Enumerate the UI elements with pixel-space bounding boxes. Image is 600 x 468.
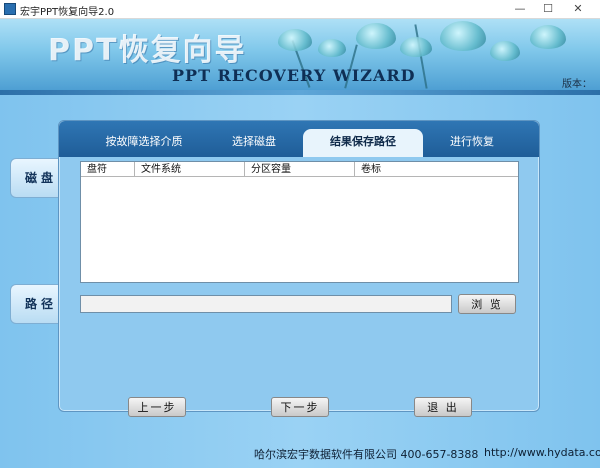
column-header-volume-label[interactable]: 卷标 — [355, 162, 518, 177]
browse-button[interactable]: 浏 览 — [458, 294, 516, 314]
website-link[interactable]: http://www.hydata.com — [484, 446, 600, 459]
leaf-graphic — [530, 25, 566, 49]
disk-list[interactable]: 盘符 文件系统 分区容量 卷标 — [80, 161, 519, 283]
next-step-button[interactable]: 下一步 — [271, 397, 329, 417]
column-header-filesystem[interactable]: 文件系统 — [135, 162, 245, 177]
prev-step-button[interactable]: 上一步 — [128, 397, 186, 417]
minimize-icon[interactable]: — — [506, 0, 534, 18]
leaf-graphic — [318, 39, 346, 57]
tab-recover[interactable]: 进行恢复 — [427, 129, 517, 157]
company-info: 哈尔滨宏宇数据软件有限公司 400-657-8388 — [254, 448, 479, 461]
window-title: 宏宇PPT恢复向导2.0 — [20, 7, 115, 18]
exit-button[interactable]: 退 出 — [414, 397, 472, 417]
column-header-drive[interactable]: 盘符 — [81, 162, 135, 177]
version-label: 版本： — [562, 79, 592, 90]
tab-save-path[interactable]: 结果保存路径 — [303, 129, 423, 157]
banner-title-en: PPT RECOVERY WIZARD — [172, 66, 416, 85]
leaf-graphic — [490, 41, 520, 61]
tab-select-disk[interactable]: 选择磁盘 — [209, 129, 299, 157]
leaf-graphic — [400, 37, 432, 57]
leaf-graphic — [356, 23, 396, 49]
close-icon[interactable]: ✕ — [564, 0, 592, 18]
app-icon — [4, 3, 16, 15]
app-banner: PPT恢复向导 PPT RECOVERY WIZARD 版本： — [0, 19, 600, 90]
column-header-capacity[interactable]: 分区容量 — [245, 162, 355, 177]
wizard-tabs: 按故障选择介质 选择磁盘 结果保存路径 进行恢复 — [59, 121, 539, 157]
leaf-graphic — [440, 21, 486, 51]
wizard-panel: 按故障选择介质 选择磁盘 结果保存路径 进行恢复 盘符 文件系统 分区容量 卷标… — [58, 120, 540, 412]
tab-select-media[interactable]: 按故障选择介质 — [89, 129, 199, 157]
footer: 哈尔滨宏宇数据软件有限公司 400-657-8388 http://www.hy… — [0, 438, 600, 468]
banner-title-cn: PPT恢复向导 — [48, 33, 247, 68]
save-path-input[interactable] — [80, 295, 452, 313]
leaf-graphic — [278, 29, 312, 51]
maximize-icon[interactable]: ☐ — [534, 0, 562, 18]
window-titlebar: 宏宇PPT恢复向导2.0 — ☐ ✕ — [0, 0, 600, 19]
